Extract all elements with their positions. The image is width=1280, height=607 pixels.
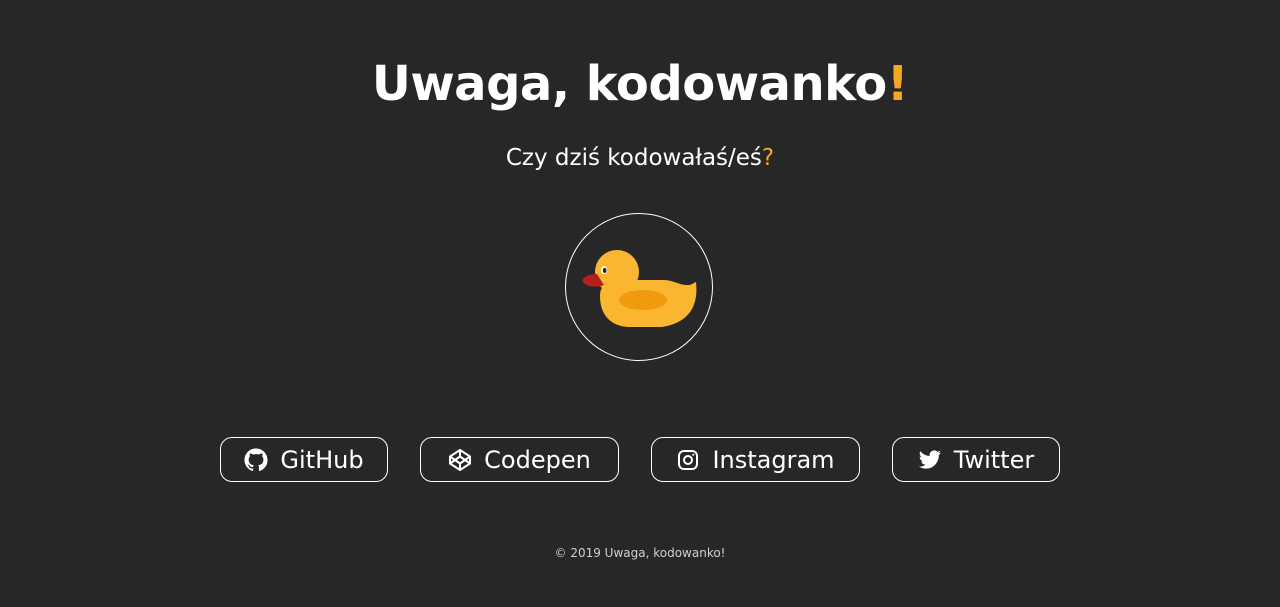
page-title-exclamation: ! (886, 56, 909, 112)
twitter-link-label: Twitter (953, 445, 1035, 474)
rubber-duck-icon (582, 250, 697, 327)
page-subtitle-question-mark: ? (761, 145, 775, 171)
duck-logo (565, 213, 713, 361)
twitter-icon (918, 448, 942, 472)
codepen-link-label: Codepen (484, 445, 591, 474)
instagram-link-label: Instagram (712, 445, 835, 474)
github-icon (244, 448, 268, 472)
page: Uwaga, kodowanko! Czy dziś kodowałaś/eś?… (0, 0, 1280, 607)
twitter-link[interactable]: Twitter (892, 437, 1060, 482)
codepen-icon (448, 448, 472, 472)
instagram-link[interactable]: Instagram (651, 437, 860, 482)
page-subtitle: Czy dziś kodowałaś/eś? (0, 142, 1280, 174)
footer-copyright: © 2019 Uwaga, kodowanko! (554, 546, 726, 560)
social-links: GitHub Codepen Instagram Twitter (0, 437, 1280, 482)
codepen-link[interactable]: Codepen (420, 437, 619, 482)
github-link-label: GitHub (280, 445, 364, 474)
page-title-text: Uwaga, kodowanko (371, 56, 887, 112)
instagram-icon (676, 448, 700, 472)
github-link[interactable]: GitHub (220, 437, 388, 482)
page-subtitle-text: Czy dziś kodowałaś/eś (505, 145, 762, 171)
page-title: Uwaga, kodowanko! (0, 54, 1280, 114)
